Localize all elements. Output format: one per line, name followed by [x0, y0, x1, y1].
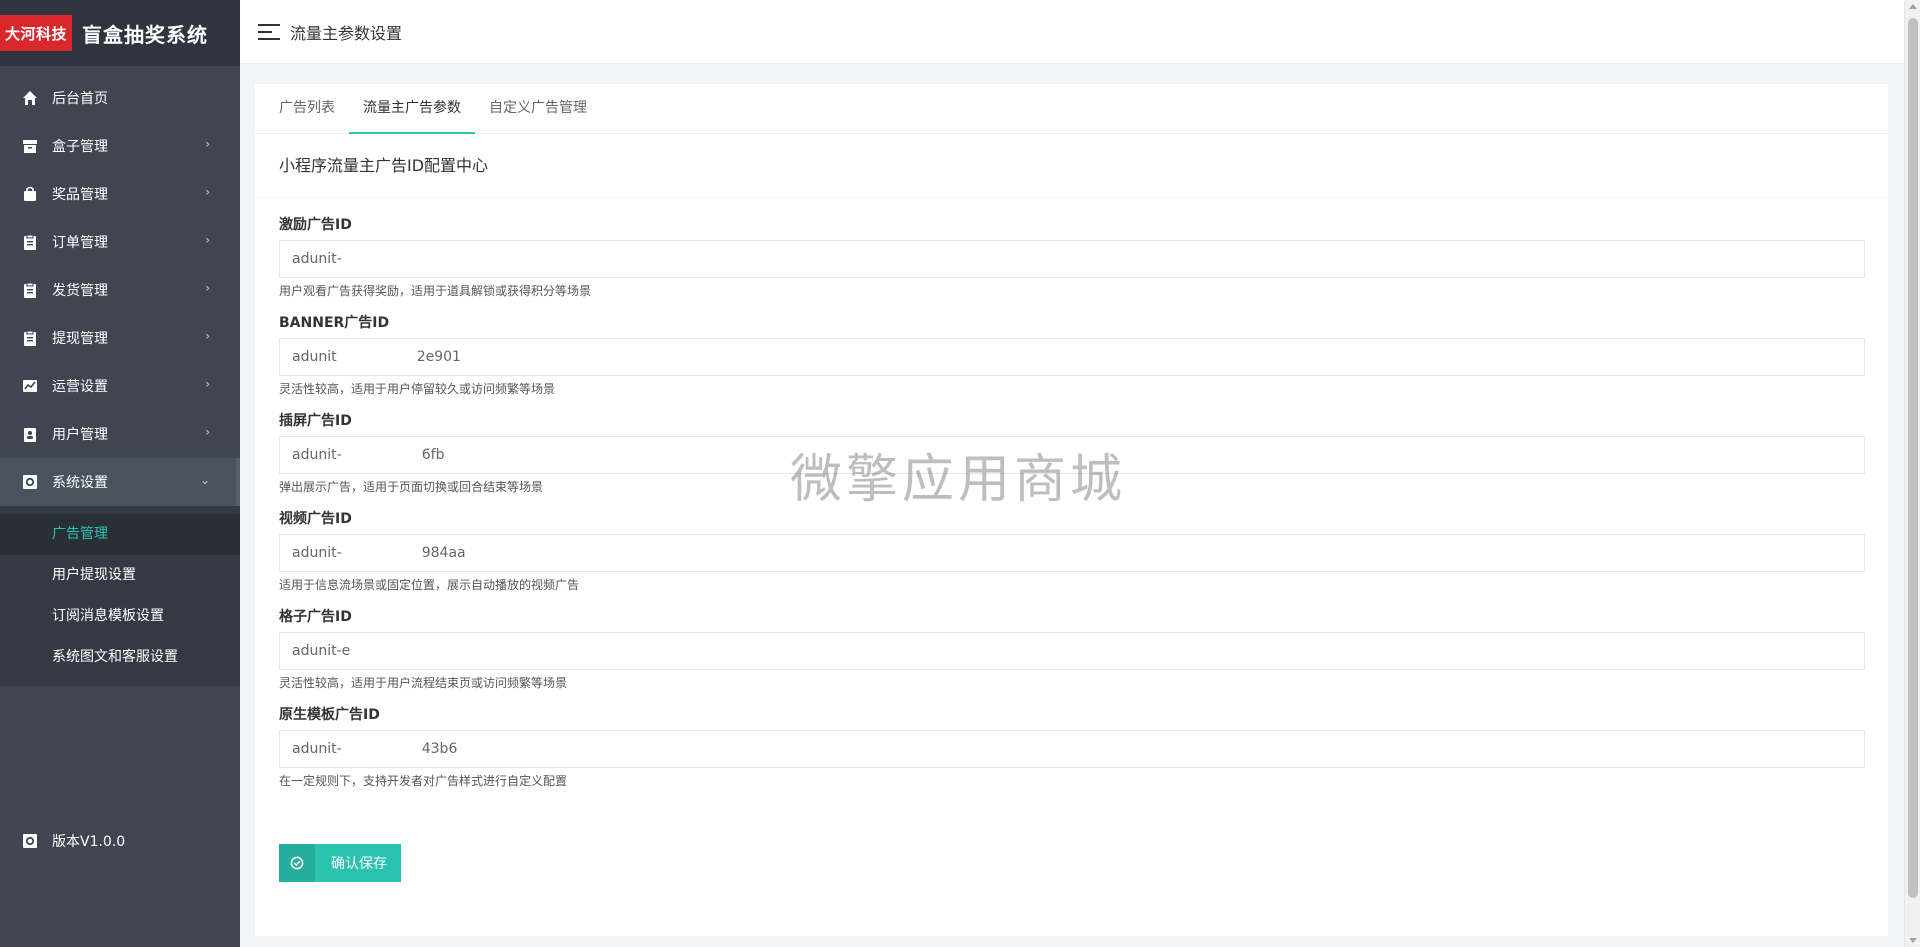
sidebar-item-label: 用户管理 [52, 427, 108, 443]
field-help: 用户观看广告获得奖励，适用于道具解锁或获得积分等场景 [279, 284, 592, 298]
scroll-up-icon[interactable] [1909, 4, 1917, 9]
sidebar-menu: 后台首页 盒子管理 › 奖品管理 › 订单管理 › 发货管理 › 提现管理 › … [0, 74, 240, 686]
sidebar-item-orders[interactable]: 订单管理 › [0, 218, 240, 266]
clipboard-icon [22, 234, 38, 250]
field-label: 视频广告ID [279, 511, 352, 527]
sidebar-item-boxes[interactable]: 盒子管理 › [0, 122, 240, 170]
field-native-template-ad: 原生模板广告ID 在一定规则下，支持开发者对广告样式进行自定义配置 [279, 704, 1865, 788]
grid-ad-id-input[interactable] [279, 632, 1865, 670]
page-scrollbar[interactable] [1904, 0, 1920, 947]
sidebar-item-prizes[interactable]: 奖品管理 › [0, 170, 240, 218]
field-banner-ad: BANNER广告ID 灵活性较高，适用于用户停留较久或访问频繁等场景 [279, 312, 1865, 396]
field-label: 激励广告ID [279, 217, 352, 233]
field-help: 灵活性较高，适用于用户流程结束页或访问频繁等场景 [279, 676, 568, 690]
clipboard-icon [22, 282, 38, 298]
gear-icon [22, 833, 38, 849]
field-label: 插屏广告ID [279, 413, 352, 429]
reward-ad-id-input[interactable] [279, 240, 1865, 278]
sidebar-item-label: 盒子管理 [52, 139, 108, 155]
home-icon [22, 90, 38, 106]
bag-icon [22, 186, 38, 202]
sidebar-item-label: 订单管理 [52, 235, 108, 251]
field-label: 原生模板广告ID [279, 707, 380, 723]
brand-title: 盲盒抽奖系统 [82, 22, 208, 47]
sidebar-item-home[interactable]: 后台首页 [0, 74, 240, 122]
field-video-ad: 视频广告ID 适用于信息流场景或固定位置，展示自动播放的视频广告 [279, 508, 1865, 592]
banner-ad-id-input[interactable] [279, 338, 1865, 376]
user-card-icon [22, 426, 38, 442]
sidebar-item-label: 提现管理 [52, 331, 108, 347]
tab-ad-list[interactable]: 广告列表 [265, 84, 349, 134]
field-reward-ad: 激励广告ID 用户观看广告获得奖励，适用于道具解锁或获得积分等场景 [279, 214, 1865, 298]
field-help: 适用于信息流场景或固定位置，展示自动播放的视频广告 [279, 578, 580, 592]
gear-icon [22, 474, 38, 490]
confirm-save-button[interactable]: 确认保存 [279, 844, 401, 882]
chevron-right-icon: › [205, 185, 210, 199]
sidebar-item-label: 系统设置 [52, 475, 108, 491]
sidebar-item-operations[interactable]: 运营设置 › [0, 362, 240, 410]
field-label: 格子广告ID [279, 609, 352, 625]
menu-toggle-icon[interactable] [258, 23, 280, 40]
system-settings-submenu: 广告管理 用户提现设置 订阅消息模板设置 系统图文和客服设置 [0, 506, 240, 686]
page-title: 流量主参数设置 [290, 23, 403, 43]
scrollbar-thumb[interactable] [1908, 18, 1918, 898]
chevron-right-icon: › [205, 377, 210, 391]
version-info: 版本V1.0.0 [0, 821, 240, 861]
field-help: 在一定规则下，支持开发者对广告样式进行自定义配置 [279, 774, 568, 788]
sidebar-item-label: 运营设置 [52, 379, 108, 395]
confirm-save-label: 确认保存 [331, 855, 387, 871]
check-circle-icon [279, 844, 315, 882]
interstitial-ad-id-input[interactable] [279, 436, 1865, 474]
sidebar-item-system-settings[interactable]: 系统设置 ⌄ [0, 458, 240, 506]
section-title: 小程序流量主广告ID配置中心 [255, 134, 1888, 198]
native-template-ad-id-input[interactable] [279, 730, 1865, 768]
version-label: 版本V1.0.0 [52, 834, 126, 850]
sidebar-item-shipping[interactable]: 发货管理 › [0, 266, 240, 314]
sidebar-item-label: 后台首页 [52, 91, 108, 107]
tab-traffic-ad-params[interactable]: 流量主广告参数 [349, 84, 475, 134]
sidebar-item-withdrawals[interactable]: 提现管理 › [0, 314, 240, 362]
tab-bar: 广告列表 流量主广告参数 自定义广告管理 [255, 84, 1888, 134]
chevron-down-icon: ⌄ [199, 473, 210, 487]
brand-logo: 大河科技 [0, 15, 72, 51]
sidebar-subitem-withdraw-settings[interactable]: 用户提现设置 [0, 555, 240, 596]
top-header: 流量主参数设置 [240, 0, 1904, 64]
sidebar-item-label: 发货管理 [52, 283, 108, 299]
sidebar-subitem-content-service[interactable]: 系统图文和客服设置 [0, 637, 240, 678]
field-help: 灵活性较高，适用于用户停留较久或访问频繁等场景 [279, 382, 556, 396]
chevron-right-icon: › [205, 425, 210, 439]
brand: 大河科技 盲盒抽奖系统 [0, 0, 240, 66]
field-help: 弹出展示广告，适用于页面切换或回合结束等场景 [279, 480, 544, 494]
sidebar-item-label: 奖品管理 [52, 187, 108, 203]
sidebar-item-users[interactable]: 用户管理 › [0, 410, 240, 458]
chevron-right-icon: › [205, 137, 210, 151]
scroll-down-icon[interactable] [1909, 938, 1917, 943]
sidebar-subitem-ad-management[interactable]: 广告管理 [0, 514, 240, 555]
field-interstitial-ad: 插屏广告ID 弹出展示广告，适用于页面切换或回合结束等场景 [279, 410, 1865, 494]
ad-id-form: 激励广告ID 用户观看广告获得奖励，适用于道具解锁或获得积分等场景 BANNER… [255, 198, 1888, 882]
clipboard-icon [22, 330, 38, 346]
field-label: BANNER广告ID [279, 315, 390, 331]
chevron-right-icon: › [205, 329, 210, 343]
chevron-right-icon: › [205, 233, 210, 247]
field-grid-ad: 格子广告ID 灵活性较高，适用于用户流程结束页或访问频繁等场景 [279, 606, 1865, 690]
chevron-right-icon: › [205, 281, 210, 295]
tab-custom-ad-management[interactable]: 自定义广告管理 [475, 84, 601, 134]
sidebar-subitem-message-templates[interactable]: 订阅消息模板设置 [0, 596, 240, 637]
sidebar: 大河科技 盲盒抽奖系统 后台首页 盒子管理 › 奖品管理 › 订单管理 › 发货… [0, 0, 240, 947]
chart-icon [22, 378, 38, 394]
video-ad-id-input[interactable] [279, 534, 1865, 572]
main-card: 广告列表 流量主广告参数 自定义广告管理 小程序流量主广告ID配置中心 激励广告… [255, 84, 1888, 936]
box-icon [22, 138, 38, 154]
